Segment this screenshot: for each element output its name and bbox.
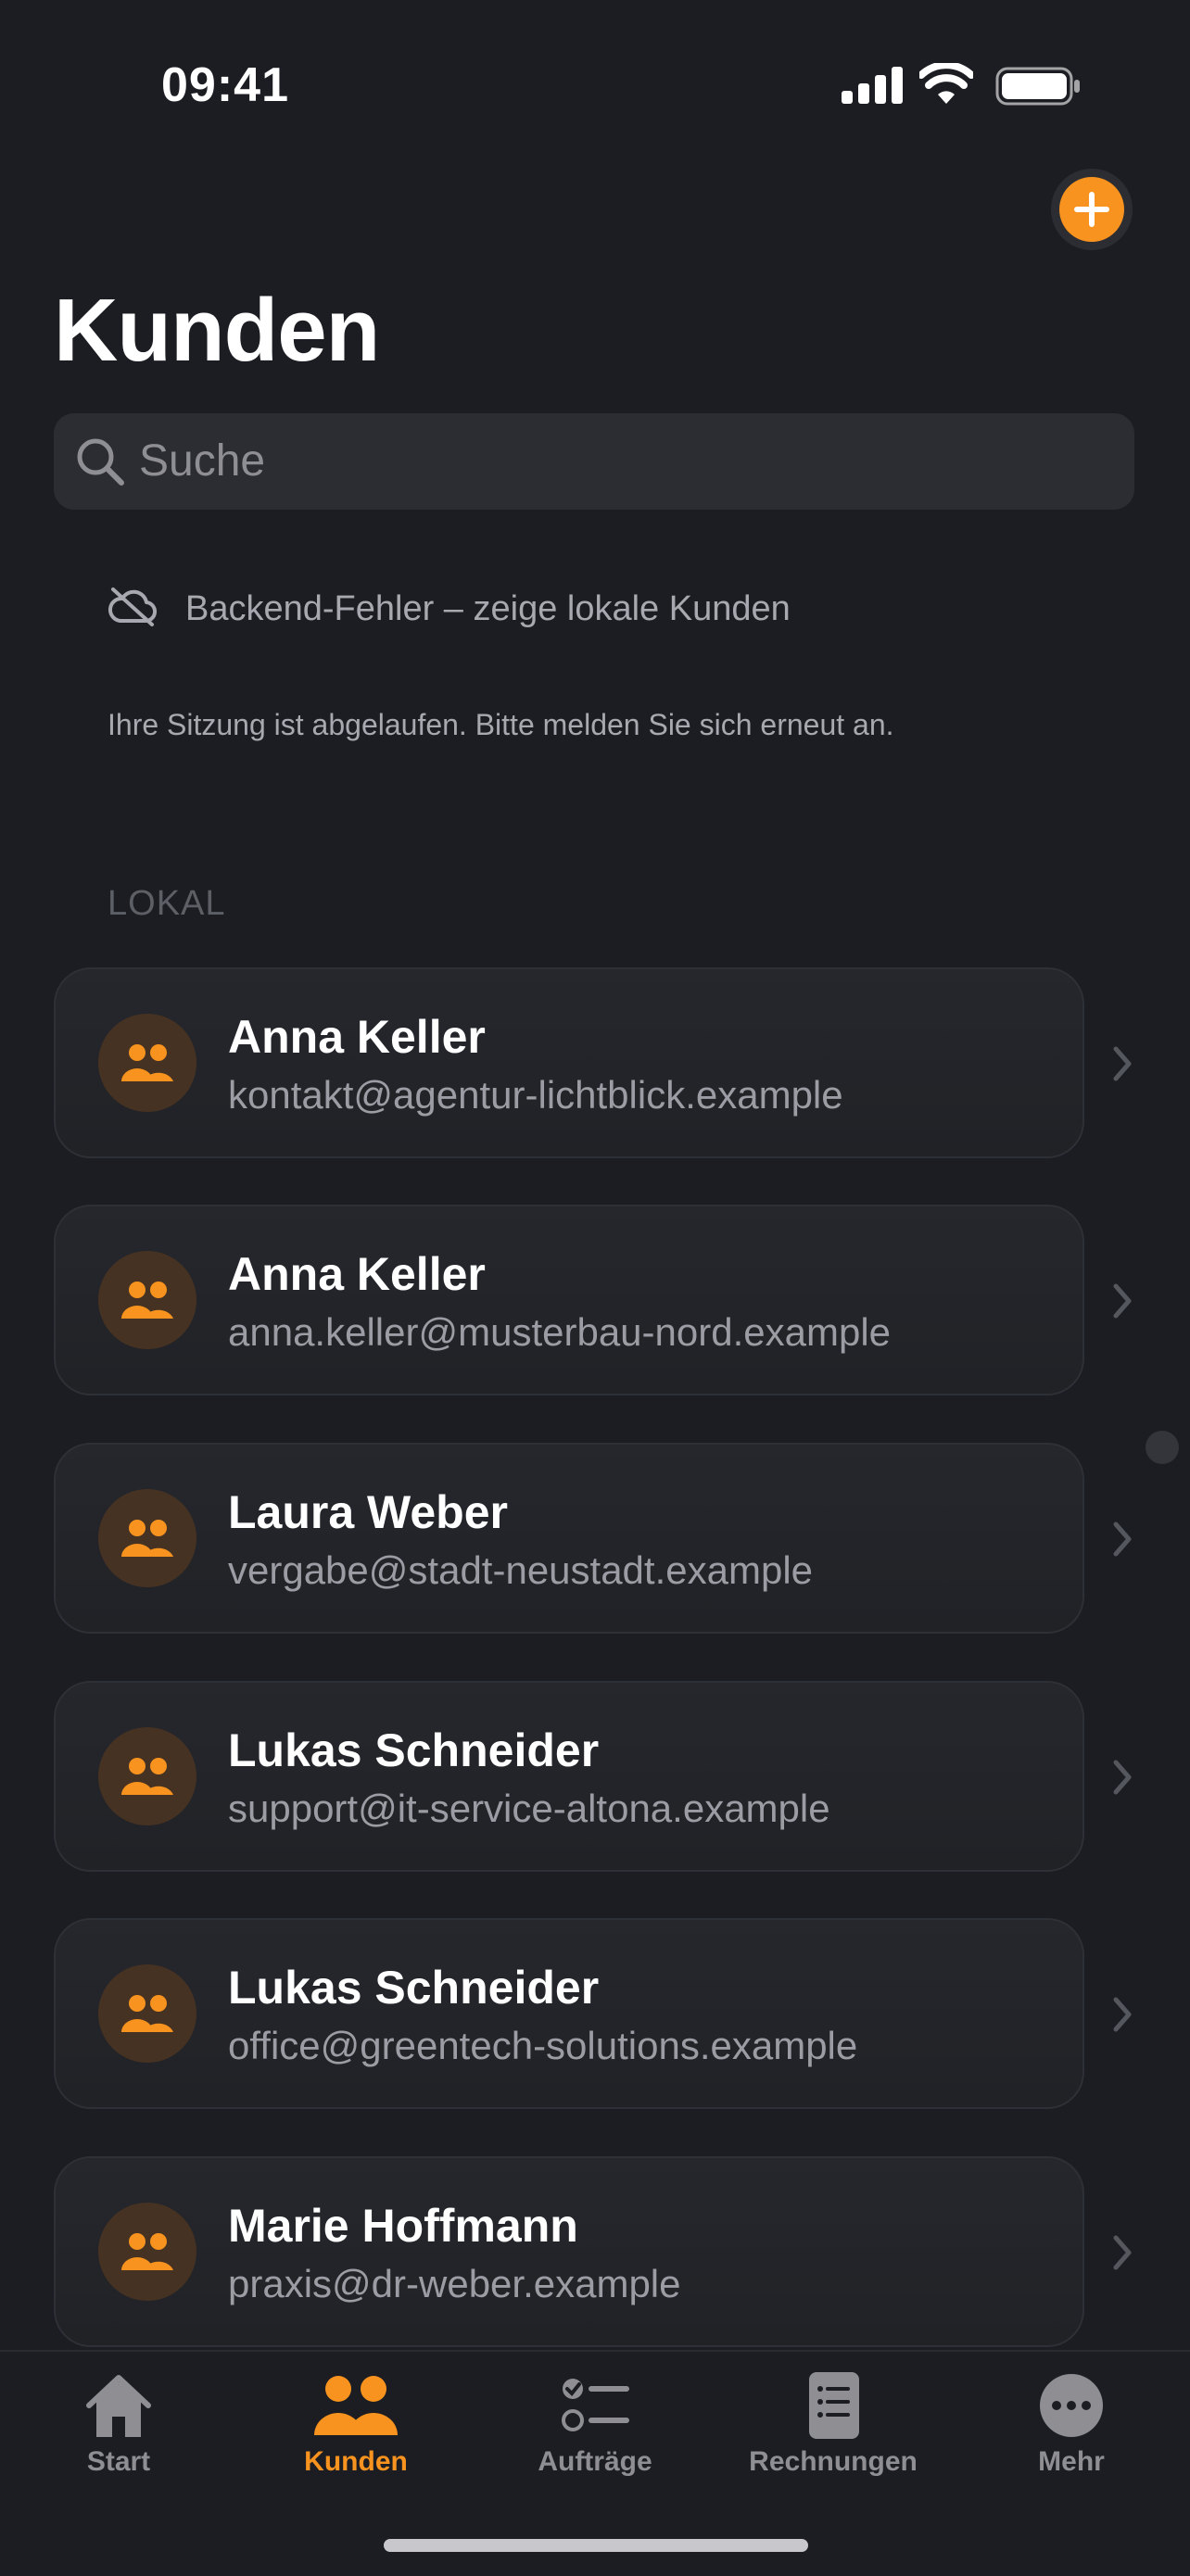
- customer-avatar: [98, 1489, 196, 1587]
- customer-avatar: [98, 1964, 196, 2063]
- chevron-right-icon[interactable]: [1110, 1045, 1134, 1082]
- customer-card[interactable]: Marie Hoffmann praxis@dr-weber.example: [54, 2156, 1084, 2347]
- chevron-right-icon[interactable]: [1110, 2234, 1134, 2271]
- customer-email: praxis@dr-weber.example: [228, 2262, 681, 2305]
- chevron-right-icon[interactable]: [1110, 1521, 1134, 1558]
- tab-rechnungen[interactable]: Rechnungen: [715, 2370, 952, 2478]
- tab-label: Kunden: [304, 2446, 408, 2477]
- section-header: LOKAL: [108, 884, 226, 923]
- house-icon: [86, 2375, 151, 2437]
- tab-kunden[interactable]: Kunden: [237, 2370, 475, 2478]
- people-icon: [121, 1520, 173, 1557]
- home-indicator[interactable]: [384, 2539, 808, 2552]
- tab-start[interactable]: Start: [0, 2370, 237, 2478]
- plus-circle-icon: [1059, 177, 1124, 242]
- tab-auftraege[interactable]: Aufträge: [476, 2370, 714, 2478]
- search-input[interactable]: [139, 413, 1103, 510]
- customer-avatar: [98, 1014, 196, 1112]
- customer-card[interactable]: Anna Keller anna.keller@musterbau-nord.e…: [54, 1205, 1084, 1395]
- add-customer-button[interactable]: [1051, 169, 1133, 250]
- cellular-signal-icon: [842, 67, 903, 104]
- customer-name: Anna Keller: [228, 1011, 486, 1063]
- customer-name: Marie Hoffmann: [228, 2200, 578, 2252]
- backend-error-message: Backend-Fehler – zeige lokale Kunden: [185, 589, 791, 628]
- customer-avatar: [98, 1251, 196, 1349]
- people-icon: [121, 1282, 173, 1319]
- page-title: Kunden: [54, 281, 380, 380]
- customer-email: office@greentech-solutions.example: [228, 2024, 858, 2067]
- customer-card[interactable]: Laura Weber vergabe@stadt-neustadt.examp…: [54, 1443, 1084, 1634]
- customer-avatar: [98, 2203, 196, 2301]
- checklist-icon: [562, 2379, 629, 2431]
- customer-name: Lukas Schneider: [228, 1962, 600, 2014]
- people-icon: [314, 2376, 398, 2435]
- session-expired-message: Ihre Sitzung ist abgelaufen. Bitte melde…: [108, 708, 894, 741]
- scroll-indicator[interactable]: [1146, 1431, 1179, 1464]
- wifi-icon: [919, 63, 973, 104]
- customer-card[interactable]: Anna Keller kontakt@agentur-lichtblick.e…: [54, 967, 1084, 1158]
- people-icon: [121, 1995, 173, 2032]
- tab-label: Aufträge: [538, 2446, 652, 2477]
- customer-name: Anna Keller: [228, 1248, 486, 1300]
- chevron-right-icon[interactable]: [1110, 1996, 1134, 2033]
- customer-email: anna.keller@musterbau-nord.example: [228, 1310, 892, 1354]
- chevron-right-icon[interactable]: [1110, 1282, 1134, 1320]
- battery-icon: [995, 67, 1080, 106]
- document-list-icon: [809, 2372, 859, 2439]
- tab-label: Rechnungen: [749, 2446, 918, 2477]
- search-icon: [77, 438, 124, 486]
- customer-name: Lukas Schneider: [228, 1724, 600, 1776]
- tab-label: Start: [86, 2446, 151, 2477]
- people-icon: [121, 2233, 173, 2270]
- customer-card[interactable]: Lukas Schneider support@it-service-alton…: [54, 1681, 1084, 1872]
- people-icon: [121, 1758, 173, 1795]
- status-time: 09:41: [161, 58, 289, 112]
- people-icon: [121, 1044, 173, 1081]
- cloud-offline-icon: [108, 587, 157, 626]
- tab-label: Mehr: [1038, 2446, 1105, 2477]
- ellipsis-circle-icon: [1040, 2374, 1103, 2437]
- tab-mehr[interactable]: Mehr: [953, 2370, 1190, 2478]
- customer-card[interactable]: Lukas Schneider office@greentech-solutio…: [54, 1918, 1084, 2109]
- customer-name: Laura Weber: [228, 1486, 508, 1538]
- customer-avatar: [98, 1727, 196, 1825]
- chevron-right-icon[interactable]: [1110, 1759, 1134, 1796]
- customer-email: vergabe@stadt-neustadt.example: [228, 1548, 814, 1592]
- customer-email: support@it-service-altona.example: [228, 1787, 830, 1830]
- search-bar[interactable]: [54, 413, 1134, 510]
- customer-email: kontakt@agentur-lichtblick.example: [228, 1073, 843, 1117]
